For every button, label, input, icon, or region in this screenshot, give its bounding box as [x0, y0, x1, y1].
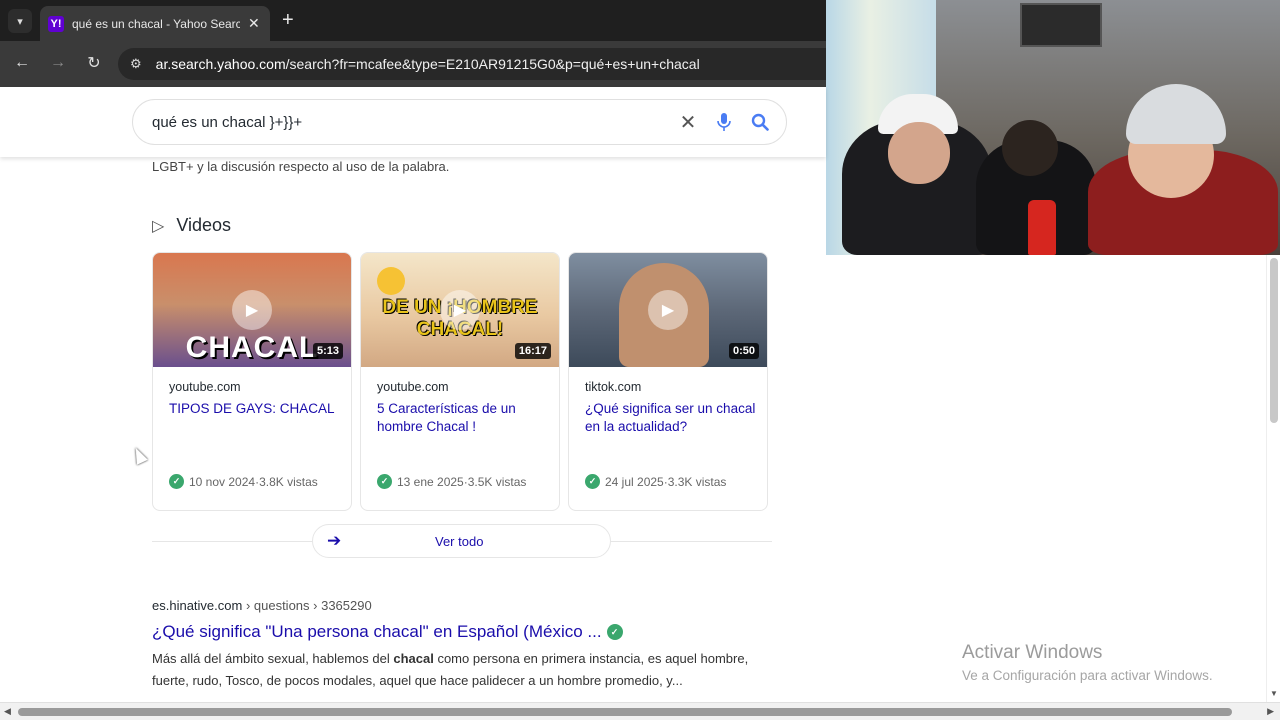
- video-title-link[interactable]: ¿Qué significa ser un chacal en la actua…: [585, 400, 757, 436]
- see-all-videos-button[interactable]: ➔ Ver todo: [312, 524, 611, 558]
- video-card[interactable]: DE UN ¡HOMBRE CHACAL! ▶ 16:17 youtube.co…: [360, 252, 560, 511]
- result-description: Más allá del ámbito sexual, hablemos del…: [152, 648, 772, 692]
- back-arrow-icon[interactable]: ←: [12, 53, 32, 73]
- url-path: /search?fr=mcafee&type=E210AR91215G0&p=q…: [285, 56, 700, 72]
- video-card[interactable]: CHACAL ▶ 5:13 youtube.com TIPOS DE GAYS:…: [152, 252, 352, 511]
- result-source: es.hinative.com › questions › 3365290: [152, 598, 372, 613]
- webcam-overlay: [826, 0, 1280, 255]
- search-box[interactable]: qué es un chacal }+}}+ ✕: [132, 99, 787, 145]
- new-tab-plus-icon[interactable]: +: [282, 9, 294, 31]
- search-header: qué es un chacal }+}}+ ✕: [0, 87, 826, 157]
- microphone-icon[interactable]: [706, 113, 742, 131]
- scroll-down-arrow-icon[interactable]: ▼: [1270, 689, 1278, 698]
- result-desc-bold: chacal: [393, 651, 434, 666]
- screen: ▾ Y! qué es un chacal - Yahoo Search ✕ +…: [0, 0, 1280, 720]
- webcam-red-bottle: [1028, 200, 1056, 255]
- watermark-line2: Ve a Configuración para activar Windows.: [962, 668, 1213, 683]
- verified-check-icon: ✓: [377, 474, 392, 489]
- tab-title: qué es un chacal - Yahoo Search: [72, 16, 240, 31]
- yahoo-favicon-icon: Y!: [48, 15, 64, 32]
- vertical-scrollbar[interactable]: ▼: [1266, 255, 1280, 702]
- tab-yahoo-search[interactable]: Y! qué es un chacal - Yahoo Search ✕: [40, 6, 270, 41]
- webcam-head-middle: [1002, 120, 1058, 176]
- verified-check-icon: ✓: [606, 624, 623, 640]
- url-text: ar.search.yahoo.com/search?fr=mcafee&typ…: [156, 56, 700, 72]
- vertical-scroll-thumb[interactable]: [1270, 258, 1278, 423]
- arrow-right-icon: ➔: [327, 531, 342, 550]
- video-thumbnail[interactable]: ▶ 0:50: [569, 253, 767, 367]
- result-domain: es.hinative.com: [152, 598, 243, 613]
- scroll-left-arrow-icon[interactable]: ◀: [4, 706, 11, 717]
- search-magnifier-icon[interactable]: [742, 113, 778, 131]
- result-breadcrumbs: › questions › 3365290: [242, 598, 372, 613]
- verified-check-icon: ✓: [585, 474, 600, 489]
- video-views: 3.8K vistas: [259, 474, 318, 489]
- smirk-emoji-icon: [377, 267, 405, 295]
- video-views: 3.5K vistas: [467, 474, 527, 489]
- video-play-outline-icon: ▷: [152, 217, 165, 235]
- video-source: youtube.com: [169, 380, 241, 394]
- forward-arrow-icon[interactable]: →: [48, 53, 68, 73]
- webcam-silver-hair: [1126, 84, 1226, 144]
- address-bar[interactable]: ⚙ ar.search.yahoo.com/search?fr=mcafee&t…: [118, 48, 826, 80]
- video-source: youtube.com: [377, 380, 449, 394]
- horizontal-scrollbar[interactable]: ◀ ▶: [0, 702, 1280, 720]
- scroll-right-arrow-icon[interactable]: ▶: [1267, 706, 1274, 717]
- video-meta: ✓ 24 jul 2025 · 3.3K vistas: [585, 474, 726, 489]
- webcam-wall-poster: [1020, 3, 1102, 47]
- video-duration: 5:13: [312, 343, 343, 359]
- webcam-face-left: [888, 122, 950, 184]
- video-views: 3.3K vistas: [667, 474, 727, 489]
- video-thumbnail[interactable]: DE UN ¡HOMBRE CHACAL! ▶ 16:17: [361, 253, 559, 367]
- horizontal-scroll-thumb[interactable]: [18, 708, 1232, 716]
- previous-result-snippet: LGBT+ y la discusión respecto al uso de …: [152, 159, 450, 174]
- tab-search-chevron-icon[interactable]: ▾: [8, 9, 32, 33]
- video-meta: ✓ 13 ene 2025 · 3.5K vistas: [377, 474, 526, 489]
- video-date: 24 jul 2025: [605, 474, 664, 489]
- verified-check-icon: ✓: [169, 474, 184, 489]
- video-card[interactable]: ▶ 0:50 tiktok.com ¿Qué significa ser un …: [568, 252, 768, 511]
- results-area: LGBT+ y la discusión respecto al uso de …: [0, 157, 826, 702]
- video-meta: ✓ 10 nov 2024 · 3.8K vistas: [169, 474, 318, 489]
- search-input[interactable]: qué es un chacal }+}}+: [152, 114, 670, 131]
- see-all-label: Ver todo: [435, 533, 484, 549]
- clear-search-icon[interactable]: ✕: [670, 110, 706, 135]
- videos-section-label: Videos: [176, 215, 232, 235]
- video-duration: 0:50: [728, 343, 759, 359]
- tab-bar: ▾ Y! qué es un chacal - Yahoo Search ✕ +: [0, 0, 826, 41]
- url-domain: ar.search.yahoo.com: [155, 56, 286, 72]
- play-icon[interactable]: ▶: [648, 290, 688, 330]
- right-blank-pane: [826, 255, 1266, 702]
- video-title-link[interactable]: 5 Características de un hombre Chacal !: [377, 400, 549, 436]
- video-source: tiktok.com: [585, 380, 642, 394]
- result-title-link[interactable]: ¿Qué significa "Una persona chacal" en E…: [152, 622, 623, 642]
- play-icon[interactable]: ▶: [440, 290, 480, 330]
- tab-close-icon[interactable]: ✕: [248, 15, 260, 32]
- video-date: 13 ene 2025: [397, 474, 464, 489]
- result-desc-part: Más allá del ámbito sexual, hablemos del: [152, 651, 394, 666]
- windows-activation-watermark: Activar Windows Ve a Configuración para …: [962, 642, 1213, 683]
- watermark-line1: Activar Windows: [962, 642, 1103, 663]
- video-duration: 16:17: [514, 343, 551, 359]
- play-icon[interactable]: ▶: [232, 290, 272, 330]
- videos-section-header: ▷ Videos: [152, 215, 231, 236]
- result-title-text[interactable]: ¿Qué significa "Una persona chacal" en E…: [152, 622, 602, 642]
- video-thumbnail[interactable]: CHACAL ▶ 5:13: [153, 253, 351, 367]
- video-title-link[interactable]: TIPOS DE GAYS: CHACAL: [169, 400, 341, 418]
- reload-icon[interactable]: ↻: [84, 53, 104, 73]
- browser-toolbar: ← → ↻ ⚙ ar.search.yahoo.com/search?fr=mc…: [0, 41, 826, 87]
- site-settings-icon[interactable]: ⚙: [130, 56, 142, 72]
- video-date: 10 nov 2024: [189, 474, 256, 489]
